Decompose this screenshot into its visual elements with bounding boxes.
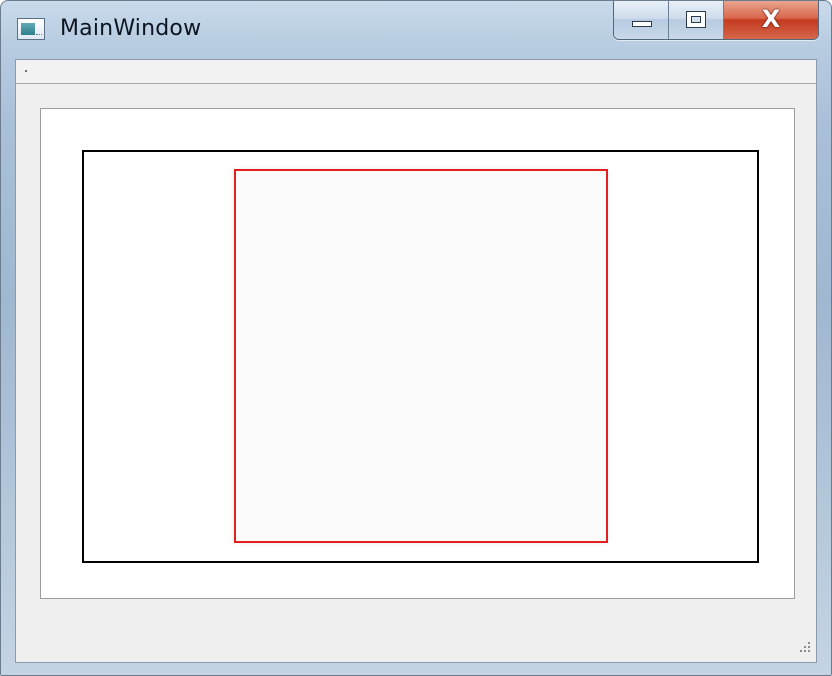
maximize-icon-inner [691, 16, 701, 23]
app-icon-dots [36, 34, 42, 37]
app-icon-fill [21, 23, 35, 35]
menu-bar[interactable] [16, 60, 816, 84]
close-button[interactable]: X [724, 1, 818, 39]
window-title: MainWindow [60, 16, 202, 41]
outer-border-frame [82, 150, 759, 563]
content-panel [40, 108, 795, 599]
client-area [15, 59, 817, 663]
inner-red-border-frame [234, 169, 608, 543]
resize-grip-icon[interactable] [796, 642, 812, 658]
minimize-button[interactable] [614, 1, 669, 39]
maximize-icon [686, 11, 706, 28]
title-bar[interactable]: MainWindow X [1, 1, 831, 59]
minimize-icon [632, 21, 652, 27]
caption-buttons: X [613, 1, 819, 40]
maximize-button[interactable] [669, 1, 724, 39]
close-icon: X [761, 5, 781, 33]
menu-dot [25, 70, 27, 72]
app-window-icon[interactable] [17, 18, 45, 40]
main-window: MainWindow X [0, 0, 832, 676]
